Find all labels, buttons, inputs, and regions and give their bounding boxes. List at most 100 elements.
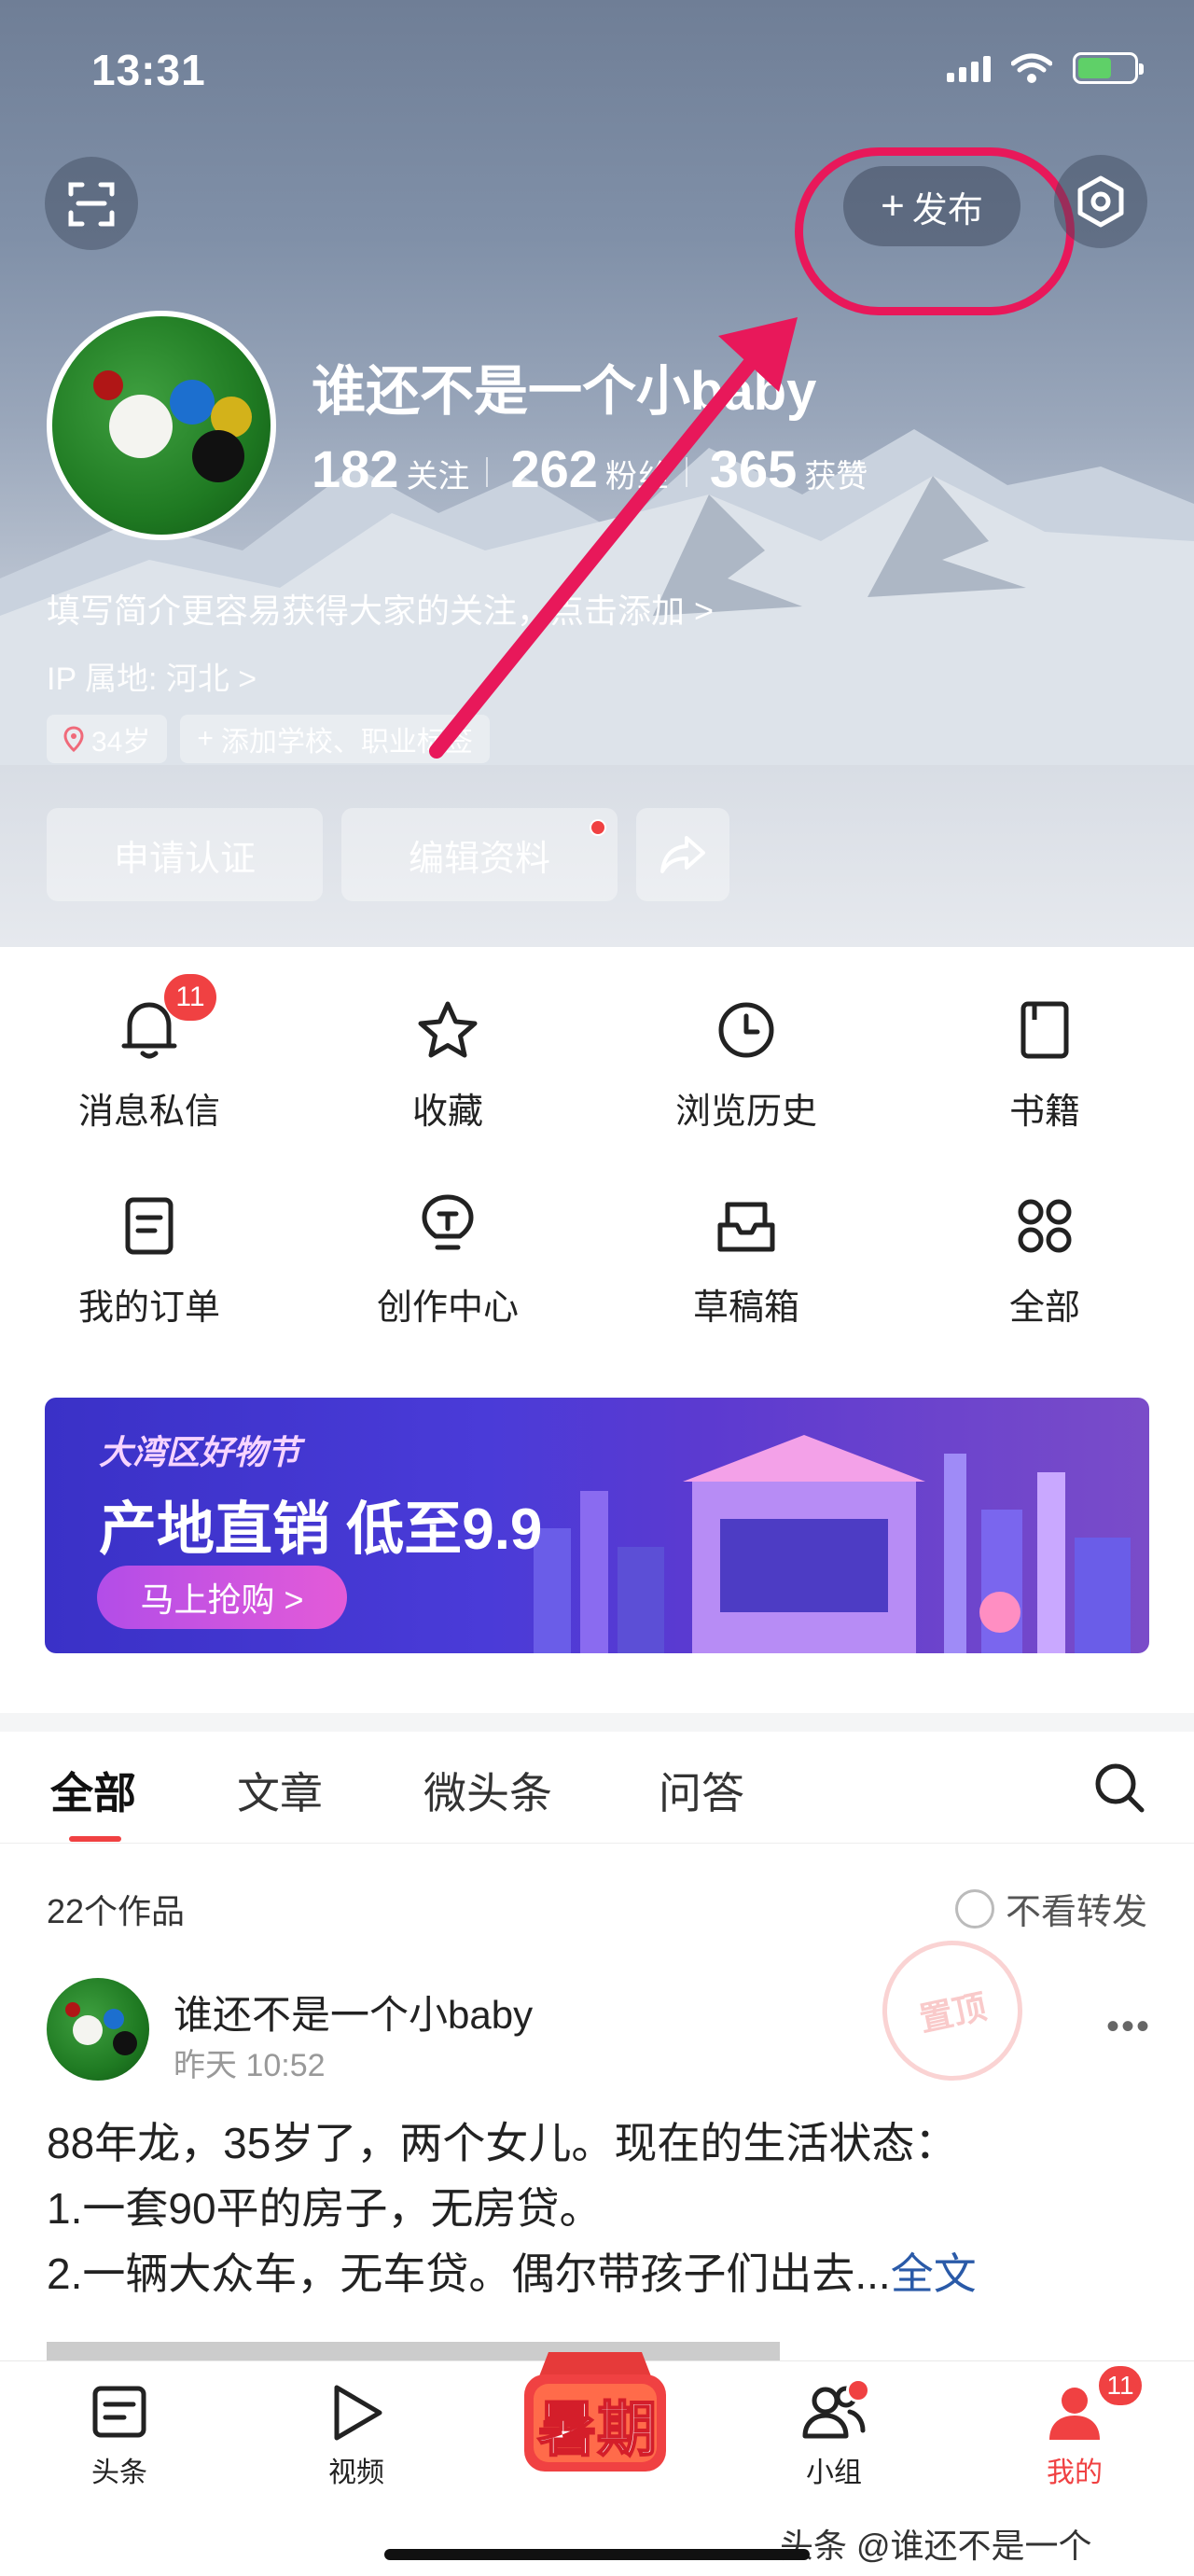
tab-all[interactable]: 全部 <box>50 1760 136 1821</box>
following-label[interactable]: 关注 <box>406 451 469 496</box>
apply-verification-label: 申请认证 <box>113 839 256 879</box>
grid-icon <box>1018 1199 1072 1253</box>
profile-icon <box>1049 2388 1100 2440</box>
settings-button[interactable] <box>1054 155 1147 248</box>
stat-divider <box>685 457 687 487</box>
post-author-name[interactable]: 谁还不是一个小baby <box>174 1984 533 2040</box>
scan-button[interactable] <box>45 157 138 250</box>
works-summary: 22个作品 不看转发 <box>47 1883 1147 1934</box>
post-line-last: 2.一辆大众车，无车贷。偶尔带孩子们出去...全文 <box>47 2241 1157 2306</box>
avatar[interactable] <box>47 311 276 540</box>
grid-label: 创作中心 <box>376 1288 519 1328</box>
active-tab-indicator <box>69 1836 121 1842</box>
grid-item-all[interactable]: 全部 <box>896 1166 1194 1362</box>
ip-location-link[interactable]: IP 属地: 河北 > <box>47 653 257 699</box>
following-count[interactable]: 182 <box>312 439 398 499</box>
followers-label[interactable]: 粉丝 <box>605 451 669 496</box>
banner-cta-button[interactable]: 马上抢购 > <box>97 1566 347 1629</box>
nav-item-groups[interactable]: 小组 <box>769 2378 899 2490</box>
followers-count[interactable]: 262 <box>510 439 597 499</box>
tab-micro-posts[interactable]: 微头条 <box>423 1760 552 1821</box>
grid-label: 书籍 <box>1008 1093 1080 1132</box>
grid-label: 消息私信 <box>77 1093 220 1132</box>
scan-icon <box>68 182 115 227</box>
post-line: 88年龙，35岁了，两个女儿。现在的生活状态： <box>47 2119 958 2167</box>
hide-reposts-label: 不看转发 <box>1005 1893 1147 1932</box>
age-label: 34岁 <box>91 727 151 758</box>
book-icon <box>1020 1001 1069 1059</box>
bio-prompt-link[interactable]: 填写简介更容易获得大家的关注，点击添加 > <box>47 584 714 633</box>
tab-articles[interactable]: 文章 <box>237 1760 323 1821</box>
status-time: 13:31 <box>91 46 206 94</box>
drafts-icon <box>717 1202 775 1252</box>
plus-icon: + <box>197 723 214 754</box>
highlight-ring-annotation <box>795 147 1075 315</box>
more-options-icon[interactable]: ••• <box>1106 2006 1151 2048</box>
nav-item-mine[interactable]: 11 我的 <box>1009 2363 1145 2490</box>
post-text[interactable]: 88年龙，35岁了，两个女儿。现在的生活状态： 1.一套90平的房子，无房贷。 … <box>47 2110 1157 2306</box>
post-author-avatar[interactable] <box>47 1978 149 2081</box>
tab-qa[interactable]: 问答 <box>659 1760 744 1821</box>
likes-count[interactable]: 365 <box>710 439 797 499</box>
banner-tag: 大湾区好物节 <box>99 1433 301 1471</box>
profile-tags: 34岁 + 添加学校、职业标签 <box>47 715 490 763</box>
edit-profile-button[interactable]: 编辑资料 <box>341 808 618 901</box>
status-icons <box>947 52 1144 84</box>
billiards-avatar-image <box>65 2002 137 2055</box>
summer-promo-label: 暑期 <box>536 2395 658 2464</box>
nav-label: 我的 <box>1047 2458 1103 2488</box>
nav-item-summer-promo[interactable]: 暑期 <box>511 2341 679 2481</box>
grid-item-orders[interactable]: 我的订单 <box>0 1166 298 1362</box>
share-icon <box>660 836 705 873</box>
apply-verification-button[interactable]: 申请认证 <box>47 808 323 901</box>
clock-icon <box>718 1002 774 1058</box>
radio-button[interactable] <box>954 1888 994 1929</box>
profile-header: 13:31 + 发布 谁还不是一个小baby 182 关注 262 粉丝 365… <box>0 0 1194 947</box>
wifi-icon <box>1011 53 1052 83</box>
home-indicator <box>384 2549 810 2560</box>
billiards-avatar-image <box>93 370 252 482</box>
grid-label: 草稿箱 <box>692 1288 799 1328</box>
post-line: 2.一辆大众车，无车贷。偶尔带孩子们出去... <box>47 2249 891 2298</box>
play-icon <box>334 2385 382 2441</box>
grid-item-history[interactable]: 浏览历史 <box>597 970 896 1166</box>
add-school-job-tag[interactable]: + 添加学校、职业标签 <box>180 715 490 763</box>
nav-item-video[interactable]: 视频 <box>291 2380 422 2490</box>
messages-badge: 11 <box>164 974 216 1021</box>
grid-item-messages[interactable]: 11 消息私信 <box>0 970 298 1166</box>
hide-reposts-toggle[interactable]: 不看转发 <box>954 1883 1147 1934</box>
star-icon <box>418 1001 478 1058</box>
battery-icon <box>1073 52 1144 84</box>
search-icon[interactable] <box>1091 1760 1147 1816</box>
notification-dot <box>590 819 606 836</box>
age-tag[interactable]: 34岁 <box>47 715 168 763</box>
profile-stats: 182 关注 262 粉丝 365 获赞 <box>312 439 884 499</box>
city-illustration <box>534 1435 1131 1653</box>
post-time: 昨天 10:52 <box>174 2048 326 2083</box>
user-name: 谁还不是一个小baby <box>312 361 817 422</box>
nav-label: 小组 <box>806 2458 862 2488</box>
content-tabs: 全部 文章 微头条 问答 <box>0 1732 1194 1844</box>
likes-label[interactable]: 获赞 <box>804 451 868 496</box>
grid-item-creator-center[interactable]: 创作中心 <box>298 1166 597 1362</box>
post-line: 1.一套90平的房子，无房贷。 <box>47 2184 603 2233</box>
location-pin-icon <box>63 726 84 752</box>
news-icon <box>92 2386 146 2438</box>
grid-item-favorites[interactable]: 收藏 <box>298 970 597 1166</box>
stat-divider <box>486 457 489 487</box>
nav-item-headlines[interactable]: 头条 <box>54 2380 185 2490</box>
share-button[interactable] <box>636 808 729 901</box>
promo-banner[interactable]: 大湾区好物节 产地直销 低至9.9 马上抢购 > <box>45 1398 1149 1653</box>
mine-badge: 11 <box>1096 2363 1145 2408</box>
quick-access-grid: 11 消息私信 收藏 浏览历史 书籍 我的订单 创作中心 草稿箱 全部 <box>0 970 1194 1362</box>
section-divider <box>0 1713 1194 1732</box>
gear-icon <box>1077 175 1124 228</box>
profile-actions: 申请认证 编辑资料 <box>47 808 729 901</box>
grid-item-drafts[interactable]: 草稿箱 <box>597 1166 896 1362</box>
cellular-signal-icon <box>947 54 991 82</box>
grid-label: 浏览历史 <box>674 1093 817 1132</box>
grid-item-books[interactable]: 书籍 <box>896 970 1194 1166</box>
full-text-link[interactable]: 全文 <box>891 2249 977 2298</box>
groups-notification-dot <box>846 2378 870 2402</box>
nav-label: 视频 <box>328 2458 384 2488</box>
